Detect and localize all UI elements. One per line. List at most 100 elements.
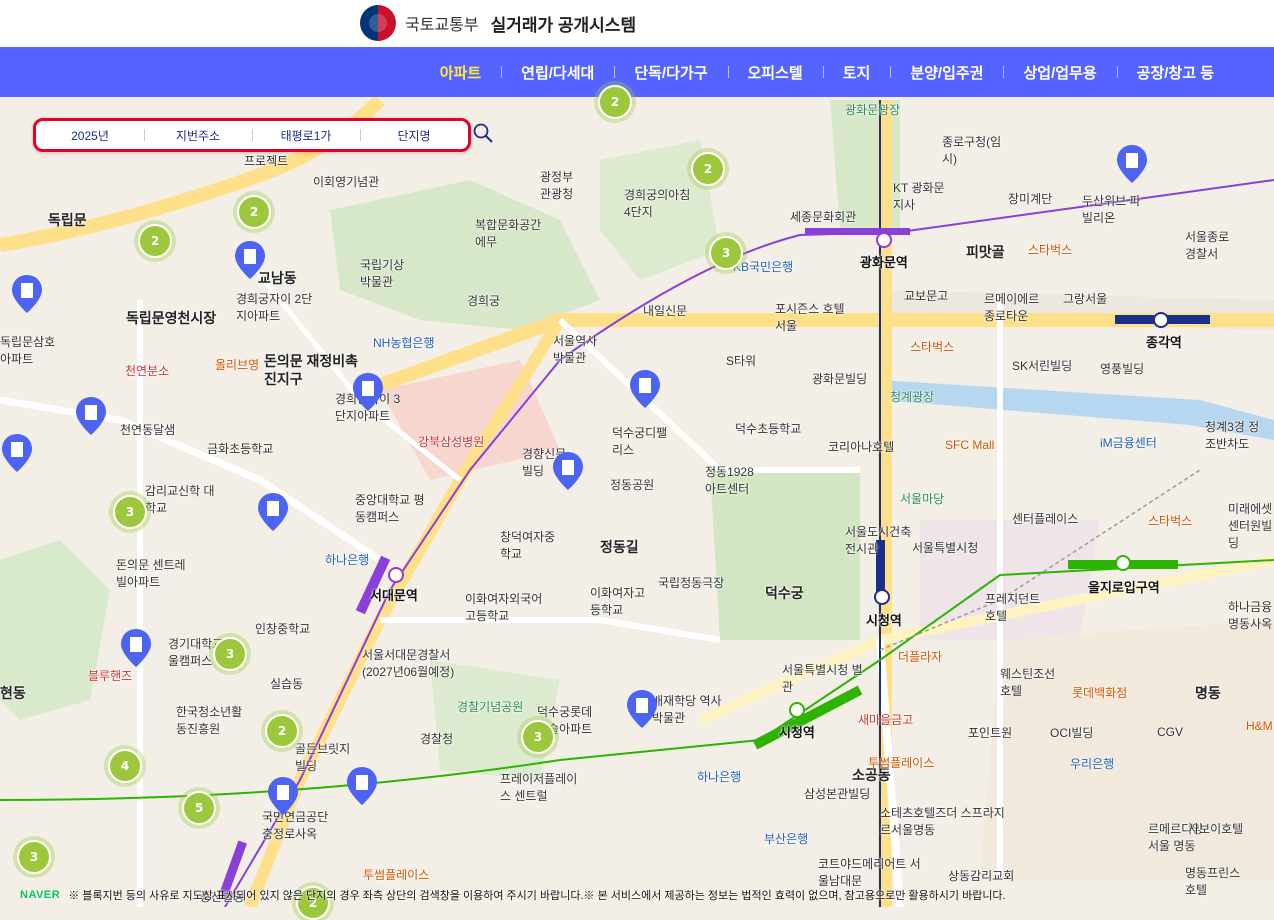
label-busan-bank: 부산은행 [764, 832, 809, 846]
park-gyeonghuigung [330, 180, 600, 330]
building-pin-icon[interactable] [551, 451, 585, 491]
label-kyobo: 교보문고 [904, 289, 949, 303]
system-title: 실거래가 공개시스템 [490, 15, 637, 35]
cluster-marker[interactable]: 5 [182, 791, 216, 825]
cluster-marker[interactable]: 3 [709, 236, 743, 270]
building-pin-icon[interactable] [266, 776, 300, 816]
nav-land[interactable]: 토지 [822, 62, 891, 83]
label-dongnipmun-market: 독립문영천시장 [126, 310, 217, 326]
label-seoul-madang: 서울마당 [900, 492, 945, 506]
year-select[interactable]: 2025년 [36, 127, 144, 144]
station-cityhall-line1[interactable]: 시청역 [866, 610, 902, 629]
nav-detached-house[interactable]: 단독/다가구 [614, 62, 727, 83]
label-dongnipmun: 독립문 [48, 212, 87, 228]
label-oci: OCI빌딩 [1050, 726, 1094, 740]
label-sk-building: SK서린빌딩 [1012, 359, 1073, 373]
label-kangbuk-hospital: 강북삼성병원 [418, 435, 485, 449]
cluster-marker[interactable]: 2 [237, 195, 271, 229]
label-kyunghee-apt2: 경희궁자이 2단지아파트 [236, 292, 313, 323]
label-silseup: 실습동 [270, 677, 304, 691]
label-sejong: 세종문화회관 [790, 210, 857, 224]
cluster-marker[interactable]: 2 [598, 85, 632, 119]
label-sfc-mall: SFC Mall [945, 438, 995, 452]
map-footer: NAVER ※ 블록지번 등의 사유로 지도상 표시되어 있지 않은 단지의 경… [0, 882, 1274, 907]
block-myeongdong [980, 620, 1274, 880]
header: 국토교통부 실거래가 공개시스템 [0, 0, 1274, 47]
label-donuimun-district: 돈의문 재정비촉진지구 [264, 353, 359, 387]
label-ewha-foreign: 이화여자외국어고등학교 [465, 592, 543, 623]
brand[interactable]: 국토교통부 실거래가 공개시스템 [360, 5, 636, 41]
label-remeire: 르메이에르 종로타운 [984, 292, 1040, 323]
building-pin-icon[interactable] [1115, 144, 1149, 184]
label-jeongdong-park: 정동공원 [610, 478, 655, 492]
label-city-hall-annex: 서울특별시청 별관 [782, 663, 863, 694]
station-marker-cityhall2 [789, 702, 805, 718]
station-gwanghwamun[interactable]: 광화문역 [860, 252, 908, 271]
label-jeongdong-theater: 국립정동극장 [658, 576, 725, 590]
label-jongno-police: 서울종로경찰서 [1185, 230, 1230, 261]
label-gwangjeongbu: 광정부 관광청 [540, 170, 574, 201]
label-lotte-dept: 롯데백화점 [1072, 686, 1128, 700]
label-s-tower: S타워 [726, 354, 757, 368]
label-kb-bank: KB국민은행 [733, 260, 794, 274]
nav-commercial[interactable]: 상업/업무용 [1003, 62, 1116, 83]
building-pin-icon[interactable] [0, 433, 34, 473]
cluster-marker[interactable]: 3 [113, 495, 147, 529]
station-cityhall-line2[interactable]: 시청역 [779, 722, 815, 741]
label-kyunghee-apt: 경희궁의아침 4단지 [624, 188, 691, 219]
road-minor-2 [557, 317, 860, 473]
dong-select[interactable]: 태평로1가 [252, 127, 360, 144]
nav-list: 아파트 연립/다세대 단독/다가구 오피스텔 토지 분양/입주권 상업/업무용 … [420, 47, 1234, 97]
nav-row-house[interactable]: 연립/다세대 [501, 62, 614, 83]
label-westin: 웨스틴조선호텔 [1000, 667, 1056, 698]
road-minor-3 [380, 617, 721, 643]
building-pin-icon[interactable] [256, 492, 290, 532]
label-four-seasons: 포시즌스 호텔서울 [775, 302, 845, 333]
nav-factory[interactable]: 공장/창고 등 [1116, 62, 1234, 83]
cluster-marker[interactable]: 4 [108, 749, 142, 783]
cluster-marker[interactable]: 2 [138, 224, 172, 258]
label-youth-center: 한국청소년활동진흥원 [176, 705, 243, 736]
building-pin-icon[interactable] [351, 372, 385, 412]
label-deoksu-elem: 덕수초등학교 [735, 422, 802, 436]
building-pin-icon[interactable] [345, 766, 379, 806]
cluster-marker[interactable]: 3 [17, 840, 51, 874]
nav-apartment[interactable]: 아파트 [420, 62, 501, 83]
building-pin-icon[interactable] [10, 274, 44, 314]
label-olive: 올리브영 [215, 358, 260, 372]
cluster-marker[interactable]: 3 [213, 637, 247, 671]
building-pin-icon[interactable] [233, 240, 267, 280]
complex-select[interactable]: 단지명 [360, 127, 468, 144]
nav-officetel[interactable]: 오피스텔 [727, 62, 823, 83]
search-icon[interactable] [472, 122, 494, 144]
label-gyeonghuigung: 경희궁 [467, 294, 501, 308]
cluster-marker[interactable]: 3 [521, 720, 555, 754]
main-nav: 아파트 연립/다세대 단독/다가구 오피스텔 토지 분양/입주권 상업/업무용 … [0, 47, 1274, 97]
nav-presale[interactable]: 분양/입주권 [890, 62, 1003, 83]
station-jonggak[interactable]: 종각역 [1146, 332, 1182, 351]
naver-logo: NAVER [20, 888, 61, 901]
building-pin-icon[interactable] [74, 396, 108, 436]
station-euljiro[interactable]: 을지로입구역 [1088, 577, 1160, 596]
label-city-hall: 서울특별시청 [912, 541, 979, 555]
label-architecture-hall: 서울도시건축전시관 [845, 525, 912, 556]
label-baejae-museum: 배재학당 역사박물관 [652, 694, 722, 725]
address-type-select[interactable]: 지번주소 [144, 127, 252, 144]
cluster-marker[interactable]: 2 [691, 152, 725, 186]
label-twosome-1: 투썸플레이스 [363, 868, 430, 882]
search-bar: 2025년 지번주소 태평로1가 단지명 [33, 118, 471, 152]
label-nh-bank: NH농협은행 [373, 336, 435, 350]
label-dongnipmun-apt: 독립문삼호 아파트 [0, 335, 56, 366]
station-seodaemun[interactable]: 서대문역 [370, 585, 418, 604]
label-starbucks-1: 스타벅스 [1028, 243, 1073, 257]
label-president-hotel: 프레지던트호텔 [985, 592, 1041, 623]
cluster-marker[interactable]: 2 [265, 714, 299, 748]
building-pin-icon[interactable] [628, 369, 662, 409]
label-meteorological-museum: 국립기상박물관 [360, 258, 405, 289]
label-jeongdong: 정동길 [600, 539, 639, 555]
building-pin-icon[interactable] [119, 628, 153, 668]
label-cheonggye3: 청계3경 정조반차도 [1205, 420, 1260, 451]
building-pin-icon[interactable] [625, 689, 659, 729]
ministry-logo [360, 5, 396, 41]
label-ewha-school: 이화여자고등학교 [590, 586, 646, 617]
